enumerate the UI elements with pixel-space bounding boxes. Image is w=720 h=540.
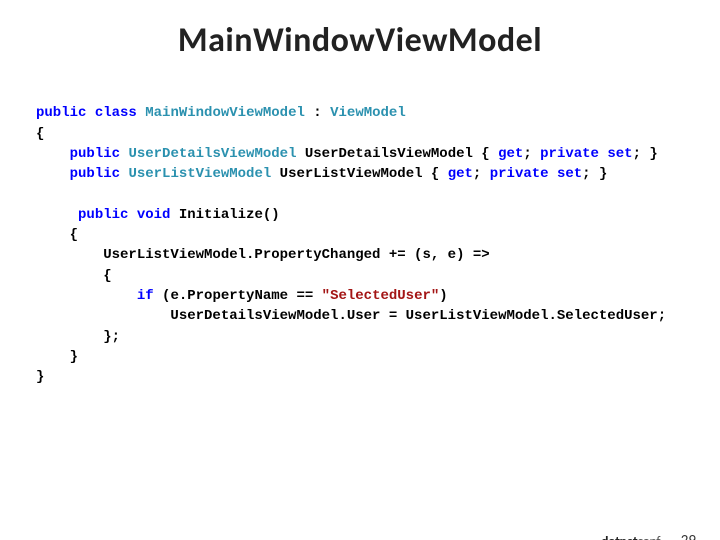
logo-brand: dotnet xyxy=(601,533,637,540)
code-line: } xyxy=(36,369,44,385)
code-line: }; xyxy=(36,329,120,345)
code-line: } xyxy=(36,349,78,365)
code-line: { xyxy=(36,227,78,243)
code-line: if (e.PropertyName == "SelectedUser") xyxy=(36,288,448,304)
page-number: 29 xyxy=(681,532,696,540)
code-line: public UserListViewModel UserListViewMod… xyxy=(36,166,607,182)
code-line: public UserDetailsViewModel UserDetailsV… xyxy=(36,146,658,162)
logo-suffix: conf xyxy=(637,533,660,540)
footer-logo: ■dotnetconf xyxy=(594,533,660,540)
code-line: UserDetailsViewModel.User = UserListView… xyxy=(36,308,666,324)
code-block: public class MainWindowViewModel : ViewM… xyxy=(36,83,720,387)
code-line: public void Initialize() xyxy=(36,207,280,223)
code-line: public class MainWindowViewModel : ViewM… xyxy=(36,105,406,121)
slide-title: MainWindowViewModel xyxy=(0,20,720,61)
code-line: { xyxy=(36,126,44,142)
code-line: { xyxy=(36,268,112,284)
code-line: UserListViewModel.PropertyChanged += (s,… xyxy=(36,247,490,263)
